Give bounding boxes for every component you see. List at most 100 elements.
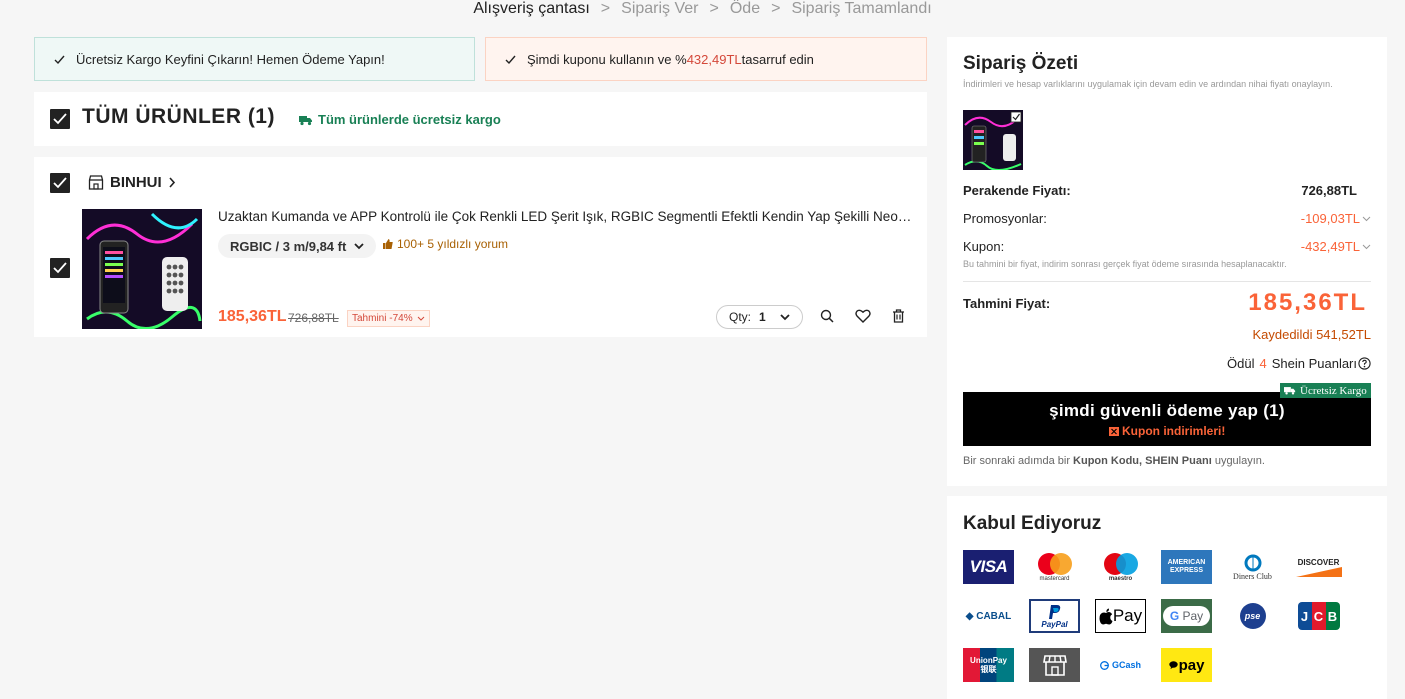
breadcrumb-separator: > <box>709 0 719 17</box>
coupon-value: -432,49TL <box>1300 239 1360 254</box>
reward-points: Ödül 4 Shein Puanları <box>1227 356 1371 371</box>
check-icon <box>53 177 67 189</box>
search-icon[interactable] <box>820 309 834 323</box>
product-title[interactable]: Uzaktan Kumanda ve APP Kontrolü ile Çok … <box>218 209 913 224</box>
apple-pay-logo: Pay <box>1095 599 1146 633</box>
next-step-note-1: Bir sonraki adımda bir <box>963 455 1074 467</box>
saved-amount: Kaydedildi 541,52TL <box>1252 327 1371 342</box>
select-all-checkbox[interactable] <box>50 109 70 129</box>
next-step-note-bold: Kupon Kodu, SHEIN Puanı <box>1073 455 1212 467</box>
payment-methods-card: Kabul Ediyoruz VISA mastercard maestro A… <box>947 496 1387 699</box>
maestro-circles-icon <box>1103 553 1138 575</box>
free-shipping-banner: Ücretsiz Kargo Keyfini Çıkarın! Hemen Öd… <box>34 37 475 81</box>
coupon-discounts-label: Kupon indirimleri! <box>963 424 1371 438</box>
promotions-value: -109,03TL <box>1300 211 1360 226</box>
chevron-down-icon <box>417 316 424 321</box>
unionpay-logo: UnionPay 银联 <box>963 648 1014 682</box>
truck-icon <box>1284 387 1296 395</box>
thumbs-up-icon <box>383 239 393 249</box>
check-icon <box>53 113 67 125</box>
free-shipping-label: Tüm ürünlerde ücretsiz kargo <box>299 112 501 127</box>
quantity-selector[interactable]: Qty: 1 <box>716 305 803 329</box>
all-products-title: TÜM ÜRÜNLER (1) <box>82 105 275 128</box>
checkout-button-label: şimdi güvenli ödeme yap (1) <box>1049 401 1285 420</box>
check-icon <box>505 55 516 64</box>
order-summary: Sipariş Özeti İndirimleri ve hesap varlı… <box>947 37 1387 486</box>
apple-icon <box>1099 608 1113 624</box>
quantity-label: Qty: <box>729 310 752 324</box>
check-icon <box>53 262 67 274</box>
paypal-logo: PayPal <box>1029 599 1080 633</box>
breadcrumb-complete: Sipariş Tamamlandı <box>791 0 932 17</box>
retail-price-label: Perakende Fiyatı: <box>963 183 1071 198</box>
pse-circle: pse <box>1239 603 1266 629</box>
jcb-blocks: J C B <box>1297 602 1340 630</box>
google-pay-pill: G Pay <box>1162 606 1211 626</box>
next-step-note: Bir sonraki adımda bir Kupon Kodu, SHEIN… <box>963 455 1265 467</box>
maestro-logo: maestro <box>1095 550 1146 584</box>
visa-logo: VISA <box>963 550 1014 584</box>
coupon-banner-suffix: tasarruf edin <box>741 51 814 67</box>
help-icon[interactable] <box>1358 357 1371 370</box>
coupon-label: Kupon: <box>963 239 1005 254</box>
order-summary-note: İndirimleri ve hesap varlıklarını uygula… <box>963 79 1333 89</box>
heart-icon[interactable] <box>855 309 871 323</box>
free-shipping-badge: Ücretsiz Kargo <box>1280 383 1371 398</box>
discover-logo: DISCOVER <box>1293 550 1344 584</box>
all-products-bar: TÜM ÜRÜNLER (1) Tüm ürünlerde ücretsiz k… <box>34 92 927 146</box>
chevron-down-icon <box>1362 216 1371 221</box>
estimated-price-value: 185,36TL <box>1248 289 1367 316</box>
order-summary-title: Sipariş Özeti <box>963 53 1079 74</box>
payment-methods-title: Kabul Ediyoruz <box>963 513 1102 534</box>
item-checkbox[interactable] <box>50 258 70 278</box>
diners-club-logo: Diners Club <box>1227 550 1278 584</box>
checkout-button[interactable]: şimdi güvenli ödeme yap (1) Kupon indiri… <box>963 392 1371 446</box>
coupon-icon <box>1108 427 1119 436</box>
gcash-g-icon <box>1100 660 1109 670</box>
store-icon <box>88 175 104 190</box>
pse-logo: pse <box>1227 599 1278 633</box>
google-pay-logo: G Pay <box>1161 599 1212 633</box>
gcash-logo: GCash <box>1095 648 1146 682</box>
amex-logo: AMERICAN EXPRESS <box>1161 550 1212 584</box>
mastercard-circles-icon <box>1037 553 1072 575</box>
breadcrumb: Alışveriş çantası > Sipariş Ver > Öde > Sipari… <box>0 0 1405 20</box>
review-text: 100+ 5 yıldızlı yorum <box>397 237 509 251</box>
breadcrumb-separator: > <box>771 0 781 17</box>
kakao-pay-logo: pay <box>1161 648 1212 682</box>
product-image[interactable] <box>82 209 202 329</box>
chevron-down-icon <box>1362 244 1371 249</box>
truck-icon <box>299 115 312 125</box>
paypal-p-icon <box>1048 604 1060 619</box>
store-name: BINHUI <box>110 174 162 191</box>
estimate-note: Bu tahmini bir fiyat, indirim sonrası ge… <box>963 259 1287 269</box>
cabal-logo: ◆ CABAL <box>965 610 1012 622</box>
retail-price-row: Perakende Fiyatı: 726,88TL <box>963 183 1371 198</box>
trash-icon[interactable] <box>892 309 905 323</box>
quantity-value: 1 <box>759 310 766 324</box>
chevron-down-icon <box>354 242 364 249</box>
coupon-banner-prefix: Şimdi kuponu kullanın ve % <box>527 51 687 67</box>
mastercard-logo: mastercard <box>1029 550 1080 584</box>
retail-price-value: 726,88TL <box>1301 183 1357 198</box>
summary-product-thumb <box>963 110 1023 170</box>
free-shipping-banner-text: Ücretsiz Kargo Keyfini Çıkarın! Hemen Öd… <box>76 51 385 67</box>
free-shipping-badge-text: Ücretsiz Kargo <box>1300 384 1367 397</box>
variant-selector[interactable]: RGBIC / 3 m/9,84 ft <box>218 234 377 258</box>
jcb-logo: J C B <box>1293 599 1344 633</box>
promotions-row[interactable]: Promosyonlar: -109,03TL <box>963 211 1371 226</box>
discount-badge-text: Tahmini -74% <box>352 313 413 324</box>
summary-divider <box>963 281 1371 282</box>
breadcrumb-cart[interactable]: Alışveriş çantası <box>473 0 589 18</box>
discount-badge[interactable]: Tahmini -74% <box>347 310 430 327</box>
cart-item-card: BINHUI Uzaktan Kumanda ve APP Kontrolü i… <box>34 157 927 337</box>
store-checkbox[interactable] <box>50 173 70 193</box>
breadcrumb-pay: Öde <box>729 0 761 17</box>
points-suffix: Shein Puanları <box>1271 356 1357 371</box>
store-link[interactable]: BINHUI <box>88 174 182 191</box>
next-step-note-2: uygulayın. <box>1211 455 1265 467</box>
store-payment-logo <box>1029 648 1080 682</box>
review-highlight: 100+ 5 yıldızlı yorum <box>383 237 508 251</box>
coupon-row[interactable]: Kupon: -432,49TL <box>963 239 1371 254</box>
diners-circle-icon <box>1244 554 1261 571</box>
